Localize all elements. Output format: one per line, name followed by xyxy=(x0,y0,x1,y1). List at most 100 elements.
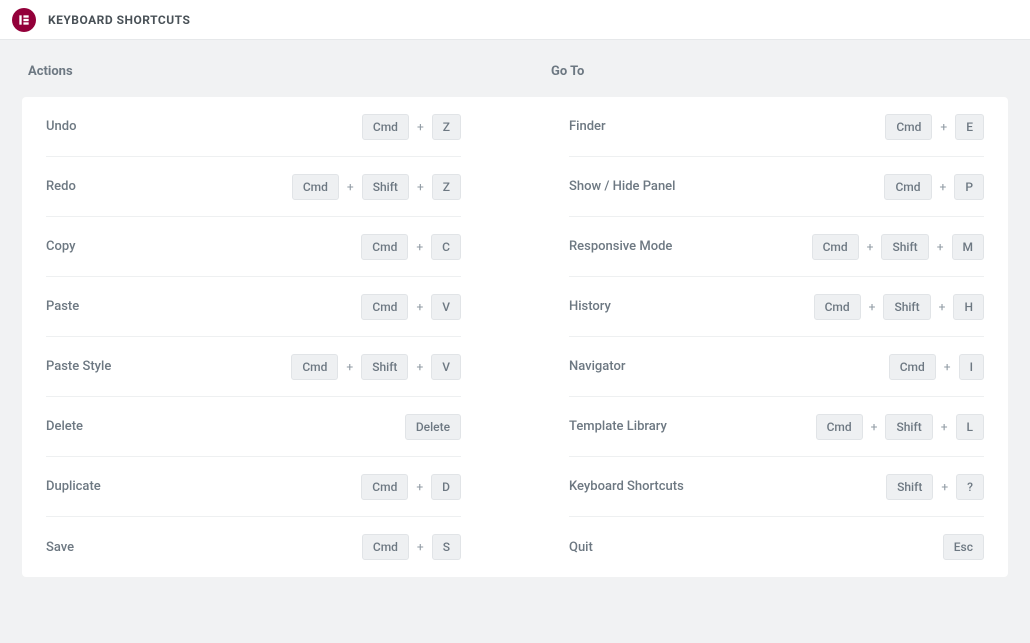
plus-separator: + xyxy=(417,540,424,554)
shortcut-label: Paste xyxy=(46,299,79,314)
shortcut-keys: Cmd+Z xyxy=(362,114,461,140)
plus-separator: + xyxy=(941,480,948,494)
shortcut-keys: Cmd + E xyxy=(885,114,984,140)
plus-separator: + xyxy=(416,240,423,254)
key-badge: Shift xyxy=(886,474,933,500)
plus-separator: + xyxy=(871,420,878,434)
key-badge: Cmd xyxy=(885,114,932,140)
shortcut-label: Responsive Mode xyxy=(569,239,672,254)
plus-separator: + xyxy=(346,360,353,374)
shortcut-label: Redo xyxy=(46,179,76,194)
shortcut-row: RedoCmd+Shift+Z xyxy=(46,157,461,217)
shortcuts-card: Undo Cmd + Z Redo Cmd + Shift + Z Copy Cmd + C Paste Cm… xyxy=(22,97,1008,577)
plus-separator: + xyxy=(869,300,876,314)
shortcut-label: Duplicate xyxy=(46,479,101,494)
column-title-actions: Actions xyxy=(22,64,485,79)
shortcut-row: Responsive Mode Cmd + Shift + M xyxy=(569,217,984,277)
shortcut-row: Show / Hide PanelCmd+P xyxy=(569,157,984,217)
shortcut-keys: Cmd + S xyxy=(362,534,461,560)
shortcut-row: UndoCmd+Z xyxy=(46,97,461,157)
shortcut-row: History Cmd + Shift + H xyxy=(569,277,984,337)
key-badge: Esc xyxy=(943,534,984,560)
shortcut-label: Template Library xyxy=(569,419,667,434)
left-column: Actions xyxy=(22,64,485,97)
key-badge: Cmd xyxy=(292,174,339,200)
key-badge: Cmd xyxy=(812,234,859,260)
left-card-column: Undo Cmd + Z Redo Cmd + Shift + Z Copy Cmd + C Paste Cm… xyxy=(22,97,485,577)
column-title-goto: Go To xyxy=(545,64,1008,79)
plus-separator: + xyxy=(416,480,423,494)
key-badge: Cmd xyxy=(361,294,408,320)
right-column: Go To xyxy=(545,64,1008,97)
plus-separator: + xyxy=(940,180,947,194)
shortcut-label: Keyboard Shortcuts xyxy=(569,479,684,494)
shortcut-row: Paste StyleCmd+Shift+V xyxy=(46,337,461,397)
key-badge: S xyxy=(432,534,461,560)
key-badge: E xyxy=(955,114,984,140)
shortcut-keys: Cmd + I xyxy=(889,354,984,380)
shortcut-keys: Delete xyxy=(405,414,461,440)
key-badge: Delete xyxy=(405,414,461,440)
shortcut-label: History xyxy=(569,299,611,314)
shortcut-label: Save xyxy=(46,540,74,555)
shortcut-keys: Cmd + C xyxy=(361,234,461,260)
key-badge: C xyxy=(431,234,461,260)
key-badge: I xyxy=(959,354,984,380)
shortcut-row: Finder Cmd + E xyxy=(569,97,984,157)
shortcut-keys: Cmd + P xyxy=(884,174,984,200)
key-badge: ? xyxy=(956,474,984,500)
key-badge: Cmd xyxy=(884,174,931,200)
key-badge: Shift xyxy=(883,294,930,320)
shortcut-row: Delete Delete xyxy=(46,397,461,457)
key-badge: Z xyxy=(432,174,461,200)
key-badge: Cmd xyxy=(362,534,409,560)
shortcut-keys: Cmd+V xyxy=(361,294,461,320)
shortcut-label: Quit xyxy=(569,540,593,555)
key-badge: L xyxy=(956,414,984,440)
key-badge: Z xyxy=(432,114,461,140)
plus-separator: + xyxy=(944,360,951,374)
key-badge: M xyxy=(952,234,985,260)
key-badge: Cmd xyxy=(361,234,408,260)
shortcut-row: Template Library Cmd + Shift + L xyxy=(569,397,984,457)
dialog-title: KEYBOARD SHORTCUTS xyxy=(48,13,190,27)
shortcut-row: Copy Cmd + C xyxy=(46,217,461,277)
shortcut-row: Quit Esc xyxy=(569,517,984,577)
shortcut-label: Finder xyxy=(569,119,606,134)
key-badge: Shift xyxy=(881,234,928,260)
shortcut-keys: Cmd + Shift + M xyxy=(812,234,984,260)
shortcut-label: Undo xyxy=(46,119,76,134)
dialog-header: KEYBOARD SHORTCUTS xyxy=(0,0,1030,40)
shortcut-keys: Cmd + Shift + L xyxy=(816,414,984,440)
plus-separator: + xyxy=(941,420,948,434)
plus-separator: + xyxy=(417,180,424,194)
key-badge: V xyxy=(431,294,461,320)
key-badge: H xyxy=(953,294,984,320)
content-area: Actions Go To Undo Cmd + Z Redo Cmd + Shift + Z Copy… xyxy=(0,40,1030,601)
shortcut-keys: Cmd+Shift+Z xyxy=(292,174,461,200)
shortcut-keys: Cmd+D xyxy=(361,474,461,500)
key-badge: Cmd xyxy=(291,354,338,380)
shortcut-label: Copy xyxy=(46,239,75,254)
key-badge: V xyxy=(431,354,461,380)
key-badge: Cmd xyxy=(361,474,408,500)
shortcut-row: DuplicateCmd+D xyxy=(46,457,461,517)
plus-separator: + xyxy=(867,240,874,254)
plus-separator: + xyxy=(937,240,944,254)
key-badge: Cmd xyxy=(814,294,861,320)
shortcut-row: Paste Cmd+V xyxy=(46,277,461,337)
plus-separator: + xyxy=(939,300,946,314)
shortcut-label: Navigator xyxy=(569,359,625,374)
key-badge: P xyxy=(954,174,984,200)
key-badge: Cmd xyxy=(889,354,936,380)
shortcut-label: Delete xyxy=(46,419,83,434)
shortcut-row: Save Cmd + S xyxy=(46,517,461,577)
elementor-logo-icon xyxy=(12,8,36,32)
key-badge: Shift xyxy=(885,414,932,440)
plus-separator: + xyxy=(416,360,423,374)
key-badge: Cmd xyxy=(816,414,863,440)
key-badge: Shift xyxy=(362,174,409,200)
shortcut-row: Keyboard Shortcuts Shift +? xyxy=(569,457,984,517)
plus-separator: + xyxy=(417,120,424,134)
plus-separator: + xyxy=(940,120,947,134)
